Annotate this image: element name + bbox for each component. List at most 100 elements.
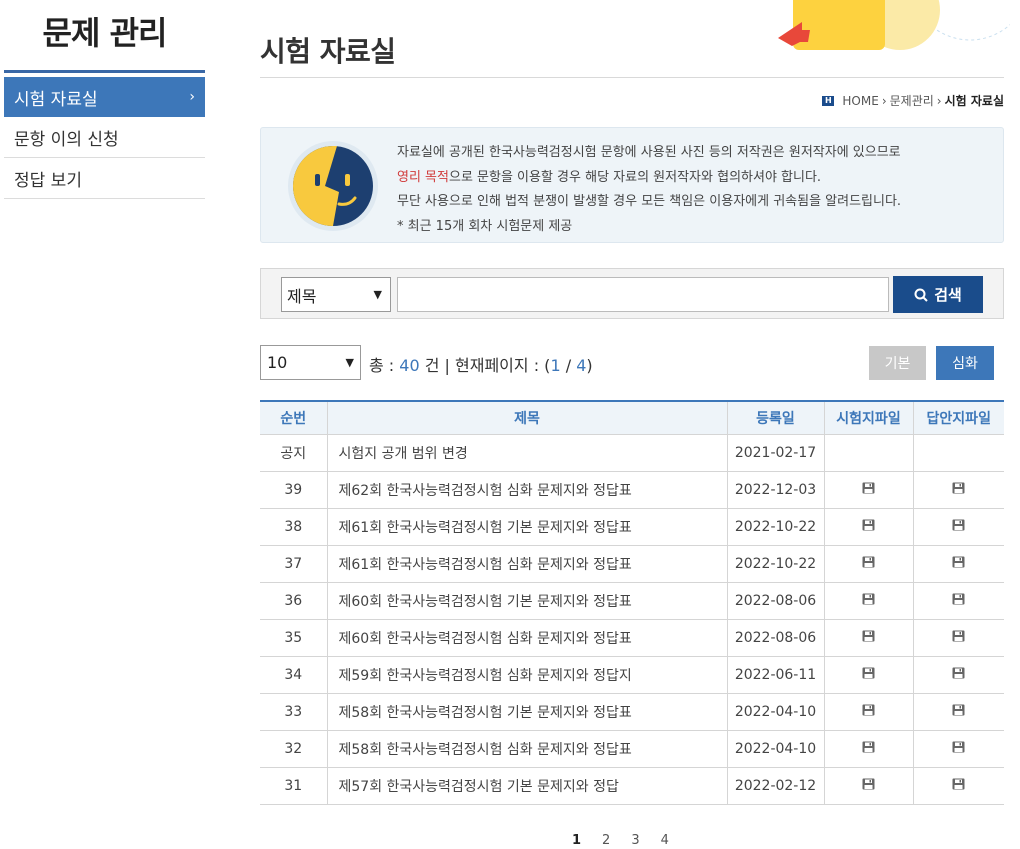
sidebar-item-exam-archive[interactable]: 시험 자료실 › [4, 77, 205, 117]
save-disk-icon[interactable] [952, 482, 965, 494]
cell-exam-file [823, 434, 913, 472]
sidebar-item-label: 시험 자료실 [14, 89, 98, 110]
table-row: 공지 시험지 공개 범위 변경 2021-02-17 [260, 434, 1004, 472]
sidebar-item-objection[interactable]: 문항 이의 신청 [4, 117, 205, 158]
cell-number: 35 [260, 619, 327, 657]
result-count: 총 : 40 건 | 현재페이지 : (1 / 4) [369, 356, 593, 375]
cell-title-link[interactable]: 제58회 한국사능력검정시험 기본 문제지와 정답표 [326, 693, 727, 731]
page-title: 시험 자료실 [260, 35, 396, 68]
header-decoration [760, 0, 1010, 55]
notice-line: 무단 사용으로 인해 법적 분쟁이 발생할 경우 모든 책임은 이용자에게 귀속… [397, 194, 902, 209]
cell-answer-file [912, 582, 1004, 620]
cell-number: 32 [260, 730, 327, 768]
table-row: 36 제60회 한국사능력검정시험 기본 문제지와 정답표 2022-08-06 [260, 582, 1004, 620]
search-input[interactable] [397, 277, 889, 312]
save-disk-icon[interactable] [952, 630, 965, 642]
cell-date: 2022-08-06 [726, 619, 824, 657]
column-header-date: 등록일 [726, 400, 824, 435]
cell-number: 37 [260, 545, 327, 583]
page-link[interactable]: 4 [661, 833, 669, 848]
cell-date: 2022-08-06 [726, 582, 824, 620]
sidebar: 문제 관리 시험 자료실 › 문항 이의 신청 정답 보기 [4, 0, 205, 199]
table-row: 38 제61회 한국사능력검정시험 기본 문제지와 정답표 2022-10-22 [260, 508, 1004, 546]
notice-line: 자료실에 공개된 한국사능력검정시험 문항에 사용된 사진 등의 저작권은 원저… [397, 145, 901, 160]
cell-answer-file [912, 767, 1004, 805]
cell-title-link[interactable]: 시험지 공개 범위 변경 [326, 434, 727, 472]
save-disk-icon[interactable] [862, 704, 875, 716]
save-disk-icon[interactable] [862, 667, 875, 679]
cell-answer-file [912, 434, 1004, 472]
table-row: 39 제62회 한국사능력검정시험 심화 문제지와 정답표 2022-12-03 [260, 471, 1004, 509]
save-disk-icon[interactable] [862, 556, 875, 568]
cell-title-link[interactable]: 제57회 한국사능력검정시험 기본 문제지와 정답 [326, 767, 727, 805]
save-disk-icon[interactable] [952, 778, 965, 790]
cell-title-link[interactable]: 제60회 한국사능력검정시험 심화 문제지와 정답표 [326, 619, 727, 657]
home-icon[interactable]: H [822, 95, 835, 106]
cell-number: 36 [260, 582, 327, 620]
per-page-select[interactable]: 10 ▼ [260, 345, 361, 380]
save-disk-icon[interactable] [862, 778, 875, 790]
cell-title-link[interactable]: 제62회 한국사능력검정시험 심화 문제지와 정답표 [326, 471, 727, 509]
sidebar-title: 문제 관리 [4, 0, 205, 73]
save-disk-icon[interactable] [952, 667, 965, 679]
save-disk-icon[interactable] [952, 741, 965, 753]
cell-answer-file [912, 619, 1004, 657]
search-bar: 제목 ▼ 검색 [260, 268, 1004, 319]
save-disk-icon[interactable] [952, 704, 965, 716]
cell-date: 2022-04-10 [726, 730, 824, 768]
copyright-notice: 자료실에 공개된 한국사능력검정시험 문항에 사용된 사진 등의 저작권은 원저… [260, 127, 1004, 243]
save-disk-icon[interactable] [862, 593, 875, 605]
filter-basic-button[interactable]: 기본 [869, 346, 926, 380]
sidebar-item-label: 문항 이의 신청 [14, 129, 119, 150]
notice-text: 자료실에 공개된 한국사능력검정시험 문항에 사용된 사진 등의 저작권은 원저… [397, 141, 901, 239]
cell-answer-file [912, 545, 1004, 583]
page-link[interactable]: 1 [572, 833, 581, 848]
cell-date: 2022-06-11 [726, 656, 824, 694]
column-header-title: 제목 [326, 400, 727, 435]
table-row: 33 제58회 한국사능력검정시험 기본 문제지와 정답표 2022-04-10 [260, 693, 1004, 731]
save-disk-icon[interactable] [862, 519, 875, 531]
cell-title-link[interactable]: 제61회 한국사능력검정시험 심화 문제지와 정답표 [326, 545, 727, 583]
cell-date: 2022-02-12 [726, 767, 824, 805]
sidebar-item-answers[interactable]: 정답 보기 [4, 158, 205, 199]
filter-advanced-button[interactable]: 심화 [936, 346, 994, 380]
cell-title-link[interactable]: 제58회 한국사능력검정시험 심화 문제지와 정답표 [326, 730, 727, 768]
save-disk-icon[interactable] [952, 593, 965, 605]
cell-answer-file [912, 656, 1004, 694]
breadcrumb-separator-icon: › [881, 93, 887, 108]
cell-number: 공지 [260, 434, 327, 472]
page-link[interactable]: 2 [602, 833, 610, 848]
notice-line: 영리 목적으로 문항을 이용할 경우 해당 자료의 원저작자와 협의하셔야 합니… [397, 169, 822, 185]
cell-title-link[interactable]: 제60회 한국사능력검정시험 기본 문제지와 정답표 [326, 582, 727, 620]
cell-title-link[interactable]: 제59회 한국사능력검정시험 심화 문제지와 정답지 [326, 656, 727, 694]
cell-answer-file [912, 508, 1004, 546]
cell-exam-file [823, 730, 913, 768]
cell-exam-file [823, 693, 913, 731]
search-field-select[interactable]: 제목 ▼ [281, 277, 391, 312]
chevron-down-icon: ▼ [345, 356, 354, 369]
cell-exam-file [823, 582, 913, 620]
breadcrumb-home[interactable]: HOME [842, 94, 878, 108]
cell-date: 2022-10-22 [726, 508, 824, 546]
table-row: 32 제58회 한국사능력검정시험 심화 문제지와 정답표 2022-04-10 [260, 730, 1004, 768]
chevron-down-icon: ▼ [373, 288, 382, 301]
save-disk-icon[interactable] [952, 519, 965, 531]
cell-date: 2022-12-03 [726, 471, 824, 509]
save-disk-icon[interactable] [862, 741, 875, 753]
cell-date: 2022-04-10 [726, 693, 824, 731]
cell-answer-file [912, 471, 1004, 509]
cell-exam-file [823, 545, 913, 583]
page-link[interactable]: 3 [631, 833, 639, 848]
search-button[interactable]: 검색 [893, 276, 983, 313]
save-disk-icon[interactable] [862, 482, 875, 494]
save-disk-icon[interactable] [952, 556, 965, 568]
table-row: 37 제61회 한국사능력검정시험 심화 문제지와 정답표 2022-10-22 [260, 545, 1004, 583]
breadcrumb-section[interactable]: 문제관리 [890, 92, 934, 109]
cell-exam-file [823, 656, 913, 694]
notice-highlight: 영리 목적 [397, 169, 449, 185]
cell-exam-file [823, 508, 913, 546]
save-disk-icon[interactable] [862, 630, 875, 642]
table-header-row: 순번 제목 등록일 시험지파일 답안지파일 [260, 400, 1004, 435]
cell-title-link[interactable]: 제61회 한국사능력검정시험 기본 문제지와 정답표 [326, 508, 727, 546]
column-header-answer-file: 답안지파일 [912, 400, 1004, 435]
